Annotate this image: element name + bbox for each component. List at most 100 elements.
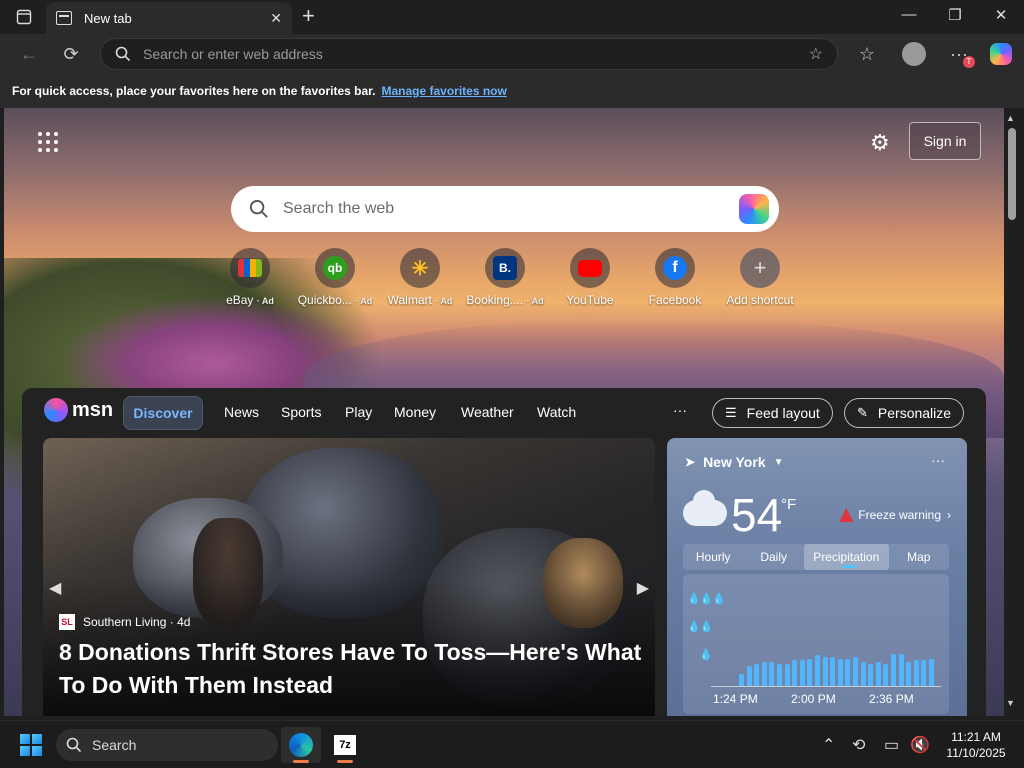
tab-news[interactable]: News xyxy=(224,404,259,420)
show-hidden-icons-chevron-icon[interactable]: ⌃ xyxy=(822,735,835,755)
moderate-rain-icon: 💧💧 xyxy=(687,621,713,633)
tab-watch[interactable]: Watch xyxy=(537,404,576,420)
weather-location[interactable]: ➤ New York ▼ xyxy=(685,454,783,470)
tab-bar: New tab ✕ + — ❐ ✕ xyxy=(0,0,1024,34)
walmart-icon: ✳ xyxy=(411,257,429,280)
search-icon xyxy=(249,199,268,218)
new-tab-button[interactable]: + xyxy=(302,4,315,28)
add-shortcut-button[interactable]: + Add shortcut xyxy=(717,248,803,307)
taskbar-7zip[interactable]: 7z xyxy=(325,727,365,763)
precipitation-bar xyxy=(815,655,820,686)
tab-sports[interactable]: Sports xyxy=(281,404,321,420)
manage-favorites-link[interactable]: Manage favorites now xyxy=(381,84,506,98)
tab-money[interactable]: Money xyxy=(394,404,436,420)
tab-discover[interactable]: Discover xyxy=(123,396,203,430)
profile-avatar[interactable] xyxy=(902,42,926,66)
weather-tab-precipitation[interactable]: Precipitation xyxy=(803,544,889,570)
temperature-unit: °F xyxy=(781,496,797,513)
back-icon[interactable]: ← xyxy=(18,43,40,65)
precipitation-bar xyxy=(754,664,760,686)
precipitation-bar xyxy=(837,659,843,686)
light-rain-icon: 💧 xyxy=(699,649,713,661)
scroll-up-icon[interactable]: ▲ xyxy=(1006,113,1015,123)
precipitation-bar xyxy=(898,654,904,686)
taskbar-edge[interactable] xyxy=(281,727,321,763)
plus-icon: + xyxy=(753,255,767,280)
precipitation-bars xyxy=(739,652,939,686)
minimize-button[interactable]: — xyxy=(886,6,932,23)
msn-logo[interactable]: msn xyxy=(44,398,113,422)
tab-weather[interactable]: Weather xyxy=(461,404,514,420)
weather-more-icon[interactable]: ··· xyxy=(931,452,945,468)
favorites-bar: For quick access, place your favorites h… xyxy=(0,74,1024,108)
sync-icon[interactable]: ⟲ xyxy=(852,735,865,755)
shortcut-facebook[interactable]: f Facebook xyxy=(632,248,718,307)
web-search-box[interactable]: Search the web xyxy=(231,186,779,232)
chart-label-1: 1:24 PM xyxy=(713,692,758,706)
system-clock[interactable]: 11:21 AM 11/10/2025 xyxy=(936,729,1016,761)
7zip-icon: 7z xyxy=(334,735,356,755)
scroll-down-icon[interactable]: ▼ xyxy=(1006,698,1015,708)
close-tab-icon[interactable]: ✕ xyxy=(270,10,282,27)
precipitation-bar xyxy=(845,659,851,686)
tab-actions-icon xyxy=(16,9,32,25)
precipitation-bar xyxy=(830,657,836,686)
search-icon xyxy=(66,737,82,753)
tab-actions-button[interactable] xyxy=(10,7,38,27)
volume-muted-icon[interactable]: 🔇 xyxy=(910,735,930,755)
shortcut-ebay[interactable]: eBay · Ad xyxy=(207,248,293,307)
precipitation-bar xyxy=(807,659,813,686)
feed-layout-button[interactable]: ☰ Feed layout xyxy=(712,398,833,428)
tab-new-tab[interactable]: New tab ✕ xyxy=(46,2,292,34)
precipitation-bar xyxy=(929,659,934,686)
shortcut-youtube[interactable]: YouTube xyxy=(547,248,633,307)
taskbar: Search 7z ⌃ ⟲ ▭ 🔇 11:21 AM 11/10/2025 xyxy=(0,720,1024,768)
edge-icon xyxy=(289,733,313,757)
display-icon[interactable]: ▭ xyxy=(884,735,899,755)
tab-play[interactable]: Play xyxy=(345,404,372,420)
sliders-icon: ☰ xyxy=(725,405,737,420)
previous-article-icon[interactable]: ◀ xyxy=(49,578,61,598)
weather-tab-map[interactable]: Map xyxy=(889,544,949,570)
personalize-button[interactable]: ✎ Personalize xyxy=(844,398,965,428)
taskbar-search[interactable]: Search xyxy=(56,729,278,761)
weather-temperature: 54 xyxy=(731,489,783,541)
profile-badge: T xyxy=(963,56,975,68)
close-window-button[interactable]: ✕ xyxy=(978,6,1024,24)
feed-more-icon[interactable]: ··· xyxy=(673,402,687,418)
youtube-icon xyxy=(578,259,602,277)
shortcut-booking[interactable]: B. Booking.... · Ad xyxy=(462,248,548,307)
refresh-icon[interactable]: ⟳ xyxy=(60,43,82,65)
weather-card[interactable]: ➤ New York ▼ ··· 54 °F Freeze warning › … xyxy=(667,438,967,716)
scrollbar-thumb[interactable] xyxy=(1008,128,1016,220)
precipitation-bar xyxy=(906,662,912,686)
clock-time: 11:21 AM xyxy=(951,730,1001,744)
favorite-star-icon[interactable]: ☆ xyxy=(809,44,823,64)
chart-label-3: 2:36 PM xyxy=(869,692,914,706)
article-source: SL Southern Living · 4d xyxy=(59,614,190,630)
copilot-search-icon[interactable] xyxy=(739,194,769,224)
weather-tab-hourly[interactable]: Hourly xyxy=(683,544,743,570)
chart-axis xyxy=(711,686,941,687)
chart-label-2: 2:00 PM xyxy=(791,692,836,706)
feed-nav: msn Discover News Sports Play Money Weat… xyxy=(22,388,986,438)
address-bar[interactable]: Search or enter web address ☆ xyxy=(100,38,838,70)
precipitation-bar xyxy=(761,662,767,686)
next-article-icon[interactable]: ▶ xyxy=(637,578,649,598)
freeze-warning[interactable]: Freeze warning › xyxy=(839,508,951,522)
settings-gear-icon[interactable]: ⚙ xyxy=(870,130,890,156)
favorites-icon[interactable]: ☆ xyxy=(856,43,878,65)
weather-tab-daily[interactable]: Daily xyxy=(743,544,803,570)
sign-in-button[interactable]: Sign in xyxy=(909,122,981,160)
hero-article[interactable]: ◀ ▶ SL Southern Living · 4d 8 Donations … xyxy=(43,438,655,716)
precipitation-bar xyxy=(891,654,896,686)
apps-grid-icon[interactable] xyxy=(38,132,58,152)
precipitation-bar xyxy=(769,662,775,686)
shortcut-walmart[interactable]: ✳ Walmart · Ad xyxy=(377,248,463,307)
restore-button[interactable]: ❐ xyxy=(932,6,978,24)
article-headline[interactable]: 8 Donations Thrift Stores Have To Toss—H… xyxy=(59,636,649,702)
copilot-icon[interactable] xyxy=(990,43,1012,65)
shortcut-quickbooks[interactable]: qb Quickbo... · Ad xyxy=(292,248,378,307)
start-windows-icon[interactable] xyxy=(20,734,42,756)
warning-icon xyxy=(839,508,854,522)
